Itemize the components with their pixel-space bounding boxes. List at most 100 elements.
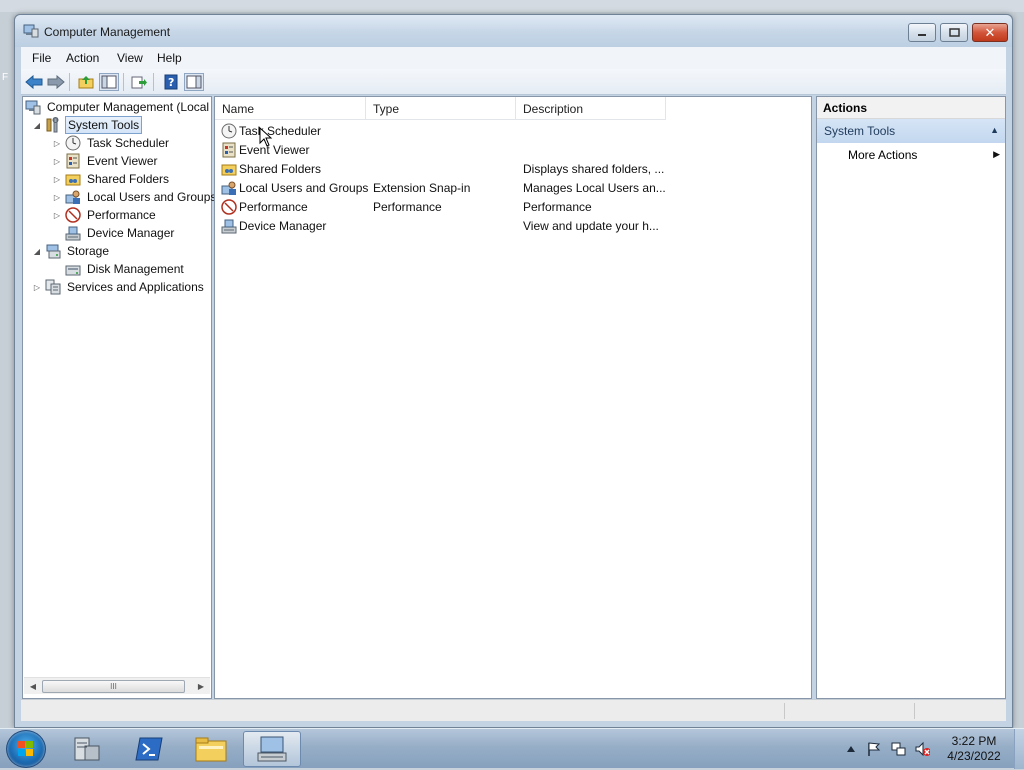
maximize-icon	[948, 28, 960, 37]
show-hide-tree-button[interactable]	[99, 73, 119, 91]
row-description: View and update your h...	[523, 219, 659, 233]
show-hidden-icons-button[interactable]	[843, 741, 859, 757]
desktop-background-left: F	[0, 12, 14, 728]
column-header-name[interactable]: Name	[215, 97, 366, 120]
scroll-left-icon[interactable]: ◀	[26, 680, 40, 693]
status-separator	[914, 703, 915, 719]
menu-help[interactable]: Help	[157, 51, 182, 65]
more-actions-item[interactable]: More Actions ▶	[817, 145, 1005, 165]
collapsed-triangle-icon[interactable]: ▷	[52, 210, 62, 220]
performance-icon	[221, 199, 237, 218]
disk-management-icon	[65, 261, 81, 277]
shared-folder-icon	[221, 161, 237, 180]
window-title: Computer Management	[44, 25, 171, 39]
list-item[interactable]: Task Scheduler	[219, 122, 809, 141]
volume-muted-icon[interactable]	[914, 741, 930, 757]
tree-item-services-applications[interactable]: ▷ Services and Applications	[32, 278, 206, 296]
tree-label: Storage	[67, 244, 110, 258]
menu-action[interactable]: Action	[66, 51, 99, 65]
scroll-thumb[interactable]: III	[42, 680, 185, 693]
taskbar-file-explorer[interactable]	[182, 731, 240, 767]
help-button[interactable]: ?	[161, 73, 181, 91]
shared-folder-icon	[65, 171, 81, 187]
row-name: Task Scheduler	[239, 124, 322, 138]
tree-item-disk-management[interactable]: Disk Management	[65, 260, 186, 278]
back-button[interactable]	[24, 73, 44, 91]
tree-item-task-scheduler[interactable]: ▷ Task Scheduler	[52, 134, 171, 152]
start-button[interactable]	[6, 730, 46, 768]
more-actions-label: More Actions	[848, 148, 918, 162]
action-pane-icon	[186, 75, 202, 89]
users-icon	[221, 180, 237, 199]
row-name: Performance	[239, 200, 308, 214]
submenu-arrow-icon: ▶	[993, 149, 1000, 159]
toolbar-separator	[153, 73, 154, 91]
back-arrow-icon	[25, 75, 43, 89]
tree-item-device-manager[interactable]: Device Manager	[65, 224, 176, 242]
computer-management-icon	[25, 99, 41, 115]
actions-section-system-tools[interactable]: System Tools ▲	[817, 119, 1005, 143]
list-item[interactable]: Shared Folders Displays shared folders, …	[219, 160, 809, 179]
desktop-background	[0, 0, 1024, 12]
minimize-button[interactable]	[908, 23, 936, 42]
list-item[interactable]: Device Manager View and update your h...	[219, 217, 809, 236]
up-one-level-button[interactable]	[76, 73, 96, 91]
tree-horizontal-scrollbar[interactable]: ◀ III ▶	[24, 677, 210, 694]
powershell-icon	[135, 737, 163, 761]
close-button[interactable]: ✕	[972, 23, 1008, 42]
taskbar-computer-management[interactable]	[243, 731, 301, 767]
collapse-up-icon[interactable]: ▲	[990, 125, 999, 135]
toolbar: ?	[21, 69, 1006, 95]
clock-date: 4/23/2022	[947, 749, 1001, 763]
export-list-icon	[131, 76, 147, 89]
storage-icon	[45, 243, 61, 259]
collapsed-triangle-icon[interactable]: ▷	[32, 282, 42, 292]
menu-view[interactable]: View	[117, 51, 143, 65]
tree-item-computer-management[interactable]: Computer Management (Local	[25, 98, 211, 116]
export-list-button[interactable]	[129, 73, 149, 91]
taskbar: 3:22 PM 4/23/2022	[0, 728, 1024, 769]
show-desktop-button[interactable]	[1014, 729, 1024, 769]
system-clock[interactable]: 3:22 PM 4/23/2022	[936, 734, 1012, 764]
collapsed-triangle-icon[interactable]: ▷	[52, 192, 62, 202]
tree-item-event-viewer[interactable]: ▷ Event Viewer	[52, 152, 159, 170]
tree-item-performance[interactable]: ▷ Performance	[52, 206, 158, 224]
tree-item-local-users-groups[interactable]: ▷ Local Users and Groups	[52, 188, 218, 206]
row-name: Shared Folders	[239, 162, 322, 176]
device-manager-icon	[221, 218, 237, 237]
windows-logo-icon	[18, 741, 33, 756]
scroll-right-icon[interactable]: ▶	[194, 680, 208, 693]
collapsed-triangle-icon[interactable]: ▷	[52, 174, 62, 184]
list-item[interactable]: Local Users and Groups Extension Snap-in…	[219, 179, 809, 198]
list-item[interactable]: Event Viewer	[219, 141, 809, 160]
taskbar-powershell[interactable]	[120, 731, 178, 767]
show-hide-action-pane-button[interactable]	[184, 73, 204, 91]
list-item[interactable]: Performance Performance Performance	[219, 198, 809, 217]
tree-item-shared-folders[interactable]: ▷ Shared Folders	[52, 170, 171, 188]
collapsed-triangle-icon[interactable]: ▷	[52, 156, 62, 166]
column-header-description[interactable]: Description	[516, 97, 666, 120]
expanded-triangle-icon[interactable]: ◢	[32, 246, 42, 256]
tree-item-storage[interactable]: ◢ Storage	[32, 242, 111, 260]
computer-management-window: Computer Management ✕ File Action View H…	[14, 14, 1013, 728]
tree-item-system-tools[interactable]: ◢ System Tools	[32, 116, 143, 134]
actions-pane: Actions System Tools ▲ More Actions ▶	[816, 96, 1006, 699]
forward-arrow-icon	[47, 75, 65, 89]
desktop-text: F	[2, 72, 9, 83]
tree-label: Task Scheduler	[87, 136, 170, 150]
column-header-type[interactable]: Type	[366, 97, 516, 120]
title-bar[interactable]: Computer Management ✕	[15, 15, 1012, 47]
event-log-icon	[221, 142, 237, 161]
collapsed-triangle-icon[interactable]: ▷	[52, 138, 62, 148]
action-center-icon[interactable]	[866, 741, 882, 757]
forward-button[interactable]	[46, 73, 66, 91]
event-log-icon	[65, 153, 81, 169]
menu-bar: File Action View Help	[21, 47, 1006, 69]
tree-label: Disk Management	[87, 262, 184, 276]
console-tree: Computer Management (Local ◢ System Tool…	[22, 96, 216, 699]
maximize-button[interactable]	[940, 23, 968, 42]
taskbar-server-manager[interactable]	[58, 731, 116, 767]
menu-file[interactable]: File	[32, 51, 51, 65]
network-icon[interactable]	[890, 741, 906, 757]
expanded-triangle-icon[interactable]: ◢	[32, 120, 42, 130]
